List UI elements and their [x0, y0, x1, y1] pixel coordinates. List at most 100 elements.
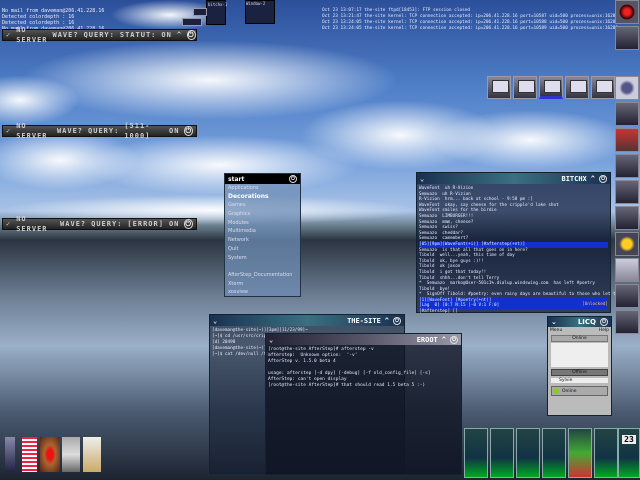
wave-label: WAVE? [60, 220, 87, 228]
image-icon[interactable] [62, 437, 80, 472]
status-label: [511-1000] [124, 122, 151, 140]
shade-icon[interactable]: ^ [385, 317, 389, 325]
licq-window[interactable]: ⌄ LICQ ⏻ Menu Help Online Offline Sylvie On… [547, 316, 612, 416]
window-title: BITCHX [561, 174, 587, 183]
query-label: QUERY: [91, 220, 123, 228]
status-selector[interactable]: Online [551, 386, 608, 396]
bomb-icon[interactable] [615, 232, 639, 256]
power-icon[interactable]: ⏻ [450, 335, 458, 344]
system-log: Oct 23 13:07:17 the-site ftpd[18453]: FT… [322, 2, 618, 38]
chevron-down-icon[interactable]: ⌄ [269, 336, 273, 344]
drive-icon[interactable] [615, 284, 639, 308]
chevron-down-icon[interactable]: ⌄ [213, 317, 217, 325]
menu-item[interactable]: Games [225, 201, 300, 210]
flag-icon[interactable] [22, 437, 37, 472]
menu-item[interactable]: System [225, 254, 300, 263]
start-menu[interactable]: start ⏻ Applications Decorations Games Graph… [224, 173, 301, 297]
calendar-date: 23 [622, 435, 636, 444]
menu-item[interactable]: Multimedia [225, 227, 300, 236]
menu-item[interactable]: Quit [225, 245, 300, 254]
power-icon[interactable]: ⏻ [600, 318, 608, 326]
desktop-1-icon[interactable] [487, 76, 511, 99]
status-label: Online [562, 388, 577, 394]
chat-line: * Semuazo marko@User-501c1%.dialup.winds… [419, 281, 595, 287]
tool-icon[interactable] [615, 180, 639, 204]
status-text: [Unlocked] [582, 302, 608, 307]
monitor-app[interactable] [490, 428, 514, 478]
chevron-down-icon[interactable]: ✓ [6, 219, 11, 229]
term-line: [root@the-site AfterStep]# that should r… [268, 383, 426, 388]
mode-label: ON [169, 127, 180, 135]
shade-icon[interactable]: ^ [177, 30, 182, 40]
monitor-app[interactable] [568, 428, 592, 478]
dragon-icon[interactable] [615, 26, 639, 50]
menu-item[interactable]: Graphics [225, 210, 300, 219]
chat-line: [#afterstep] [] [419, 309, 458, 315]
wave-label: WAVE? [56, 127, 84, 135]
contact-name: Sylvie [559, 378, 573, 383]
shade-icon[interactable]: ^ [442, 336, 446, 344]
xmms-icon[interactable] [40, 437, 60, 472]
hal9000-icon[interactable] [615, 0, 639, 24]
monitor-app[interactable] [542, 428, 566, 478]
menu-item[interactable]: AfterStep_Documentation [225, 271, 300, 280]
desktop-2-icon[interactable] [513, 76, 537, 99]
app-icon[interactable] [615, 128, 639, 152]
log-line: Oct 23 13:24:05 the-site kernel: TCP con… [322, 26, 619, 31]
menu-item[interactable]: Network [225, 236, 300, 245]
eroot-terminal[interactable]: ⌄ EROOT ^ ⏻ [root@the-site AfterStep]# afte… [265, 333, 462, 475]
status-icon [553, 388, 559, 394]
app-icon[interactable] [615, 154, 639, 178]
monitor-app[interactable] [516, 428, 540, 478]
offline-header: Offline [551, 369, 608, 376]
shade-icon[interactable]: ^ [591, 175, 595, 183]
pen-icon[interactable] [615, 206, 639, 230]
bitchx-window[interactable]: ⌄ BITCHX ^ ⏻ WaveFont uh R-Vizion Semuazo uh… [416, 172, 631, 315]
window-title: EROOT [416, 335, 438, 344]
pager-desk-2[interactable]: Window-2 [245, 0, 275, 24]
power-icon[interactable]: ⏻ [184, 126, 193, 136]
mail-icon[interactable] [615, 258, 639, 282]
desktop-4-icon[interactable] [565, 76, 589, 99]
window-title: LICQ [577, 318, 596, 326]
power-icon[interactable]: ⏻ [289, 175, 297, 183]
status-label: STATUT: [119, 31, 157, 39]
power-icon[interactable]: ⏻ [393, 316, 401, 325]
menu-title: start [228, 175, 245, 183]
desktop-3-icon[interactable] [539, 76, 563, 99]
menu-item[interactable]: Decorations [225, 193, 300, 202]
menu-item[interactable]: xosview [225, 288, 300, 297]
chevron-down-icon[interactable]: ✓ [6, 30, 11, 40]
cd-icon[interactable] [615, 102, 639, 126]
contact-item[interactable]: Sylvie [551, 378, 608, 383]
pen-icon[interactable] [615, 310, 639, 334]
wavet-bar[interactable]: ✓ NO SERVER WAVE? QUERY: [ERROR] ON ⏻ [2, 215, 197, 233]
chevron-down-icon[interactable]: ✓ [6, 126, 11, 136]
monitor-app[interactable] [464, 428, 488, 478]
menu-item[interactable]: Modules [225, 219, 300, 228]
menu-item[interactable] [225, 262, 300, 271]
window-title: THE-SITE [347, 316, 381, 325]
wavet-bar[interactable]: ✓ NO SERVER WAVE? QUERY: STATUT: ON ^ ⏻ [2, 26, 197, 44]
pager-desk-1[interactable]: bitchx-1 [168, 0, 228, 28]
wavet-bar[interactable]: ✓ NO SERVER WAVE? QUERY: [511-1000] ON ⏻ [2, 122, 197, 140]
chevron-down-icon[interactable]: ⌄ [420, 175, 424, 183]
term-icon[interactable] [5, 437, 15, 472]
chevron-down-icon[interactable]: ⌄ [551, 318, 557, 326]
monitor-app[interactable] [594, 428, 618, 478]
menu-button[interactable]: Menu [550, 328, 562, 333]
power-icon[interactable]: ⏻ [184, 219, 193, 229]
query-label: QUERY: [83, 31, 115, 39]
power-icon[interactable]: ⏻ [599, 174, 607, 183]
calendar-app[interactable]: 23 [618, 428, 640, 478]
pager-window-label: bitchx-1 [208, 2, 228, 7]
menu-item[interactable]: Xterm [225, 280, 300, 289]
desktop-5-icon[interactable] [591, 76, 615, 99]
online-header: Online [551, 335, 608, 342]
monitor-icon[interactable] [615, 76, 639, 100]
edit-icon[interactable] [83, 437, 101, 472]
mode-label: ON [161, 31, 172, 39]
help-button[interactable]: Help [599, 328, 609, 333]
menu-item[interactable]: Applications [225, 184, 300, 193]
power-icon[interactable]: ⏻ [187, 30, 196, 40]
